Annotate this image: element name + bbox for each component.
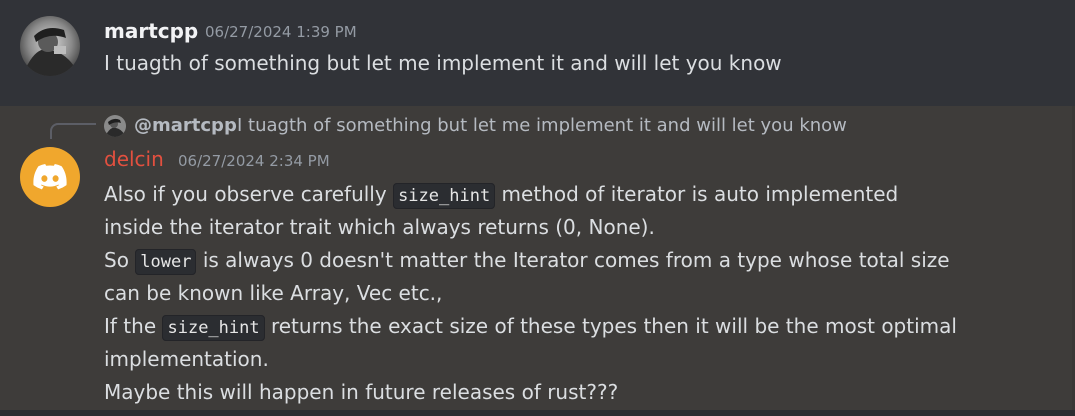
message-timestamp: 06/27/2024 1:39 PM (205, 23, 357, 41)
content-line: Also if you observe carefully size_hint … (104, 178, 1034, 211)
chat-window: martcpp 06/27/2024 1:39 PM I tuagth of s… (0, 0, 1075, 416)
avatar-delcin[interactable] (20, 147, 80, 207)
content-line: If the size_hint returns the exact size … (104, 310, 1034, 343)
inline-code: lower (135, 249, 197, 275)
message-delcin[interactable]: @martcpp I tuagth of something but let m… (0, 106, 1075, 410)
content-line: can be known like Array, Vec etc., (104, 281, 443, 305)
content-line: inside the iterator trait which always r… (104, 215, 655, 239)
author-name[interactable]: martcpp (104, 18, 198, 44)
reply-connector (50, 123, 96, 139)
reply-mention[interactable]: @martcpp (134, 114, 237, 138)
user-photo-icon (20, 16, 80, 76)
message-content: I tuagth of something but let me impleme… (104, 51, 782, 75)
content-line: So lower is always 0 doesn't matter the … (104, 244, 1034, 277)
bottom-edge (0, 410, 1075, 416)
content-line: Maybe this will happen in future release… (104, 380, 619, 404)
content-line: implementation. (104, 347, 269, 371)
message-timestamp: 06/27/2024 2:34 PM (178, 152, 330, 170)
avatar-martcpp[interactable] (20, 16, 80, 76)
inline-code: size_hint (162, 315, 265, 341)
reply-avatar[interactable] (104, 115, 126, 137)
message-martcpp[interactable]: martcpp 06/27/2024 1:39 PM I tuagth of s… (0, 0, 1075, 106)
discord-logo-icon (33, 164, 67, 190)
reply-preview-text[interactable]: I tuagth of something but let me impleme… (237, 114, 847, 138)
inline-code: size_hint (393, 183, 496, 209)
message-content: Also if you observe carefully size_hint … (104, 178, 1034, 409)
user-photo-icon (104, 115, 126, 137)
author-name[interactable]: delcin (104, 146, 164, 172)
